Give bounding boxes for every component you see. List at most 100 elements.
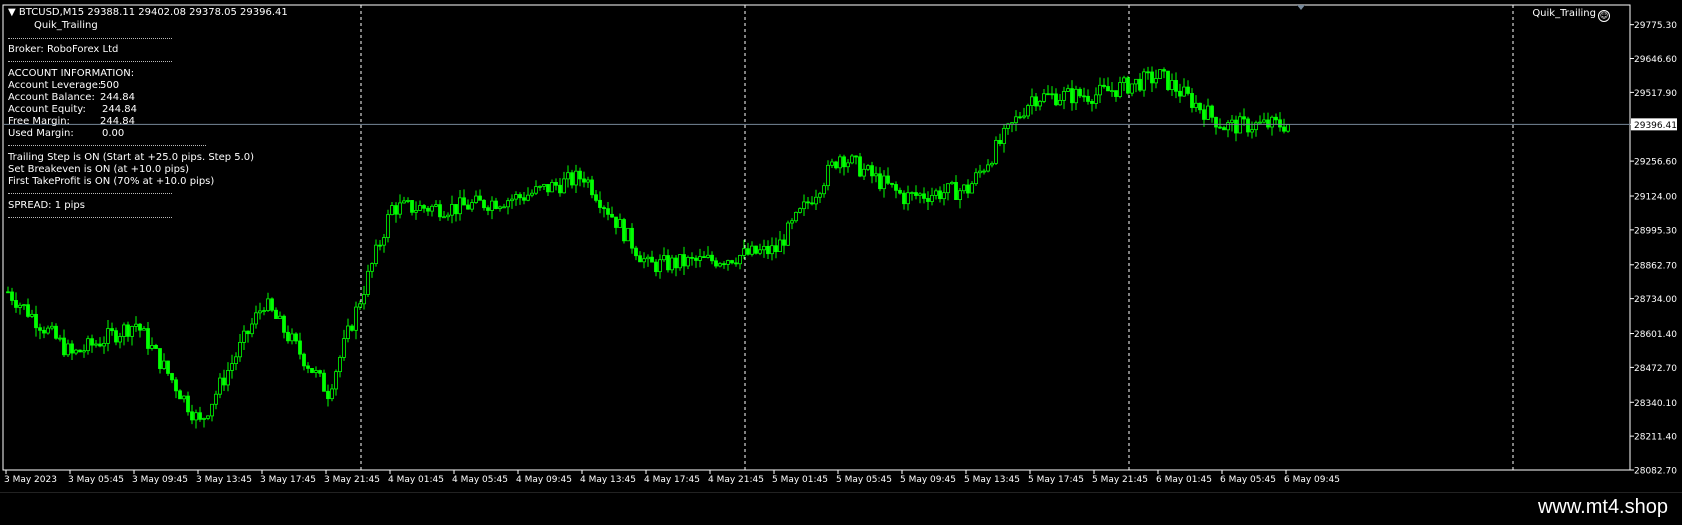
x-tick-label: 5 May 17:45 <box>1028 475 1084 485</box>
candle-body <box>958 190 962 200</box>
candle-body <box>1282 126 1286 132</box>
collapse-arrow-icon[interactable]: ▼ <box>8 7 16 18</box>
candle-body <box>794 211 798 222</box>
candle-body <box>1126 77 1130 94</box>
candle-body <box>466 204 470 210</box>
account-row: Account Balance: 244.84 <box>8 92 135 103</box>
candle-body <box>822 185 826 195</box>
y-tick-label: 28082.70 <box>1634 467 1677 477</box>
candle-body <box>10 291 14 301</box>
x-tick-label: 3 May 2023 <box>4 475 57 485</box>
candle-body <box>614 216 618 228</box>
candle-body <box>838 156 842 169</box>
candle-body <box>266 298 270 311</box>
candle-body <box>274 309 278 319</box>
y-tick-label: 28995.30 <box>1634 226 1677 236</box>
candle-body <box>698 256 702 261</box>
candle-body <box>1014 116 1018 124</box>
spread-line: SPREAD: 1 pips <box>8 200 85 211</box>
candle-body <box>362 294 366 305</box>
candle-body <box>306 365 310 369</box>
candle-body <box>846 162 850 168</box>
candle-body <box>802 201 806 210</box>
candle-body <box>878 173 882 190</box>
candle-body <box>1074 88 1078 104</box>
candle-body <box>646 256 650 260</box>
candle-body <box>130 326 134 337</box>
candle-body <box>950 182 954 185</box>
candle-body <box>46 327 50 334</box>
y-tick-label: 29256.60 <box>1634 158 1677 168</box>
candle-body <box>738 255 742 265</box>
candle-body <box>730 260 734 264</box>
candle-body <box>530 192 534 196</box>
candle-body <box>934 190 938 196</box>
candle-body <box>458 197 462 215</box>
chart-window[interactable]: 29775.30 29646.60 29517.90 29396.41 29256.60… <box>0 0 1682 492</box>
candle-body <box>1102 84 1106 87</box>
candle-body <box>34 313 38 329</box>
candle-body <box>890 182 894 185</box>
candle-body <box>346 325 350 340</box>
candle-body <box>58 337 62 340</box>
candle-body <box>1150 71 1154 84</box>
candle-body <box>1054 93 1058 106</box>
watermark: www.mt4.shop <box>1537 496 1668 518</box>
candle-body <box>54 325 58 339</box>
candle-body <box>630 227 634 249</box>
x-tick-label: 4 May 01:45 <box>388 475 444 485</box>
candle-body <box>154 345 158 349</box>
candle-body <box>922 193 926 199</box>
y-tick-label: 28472.70 <box>1634 364 1677 374</box>
candle-body <box>1274 116 1278 121</box>
candle-body <box>146 328 150 349</box>
candle-body <box>570 172 574 186</box>
candle-body <box>754 245 758 254</box>
candle-body <box>986 164 990 172</box>
candle-body <box>162 360 166 369</box>
candle-body <box>798 208 802 213</box>
x-tick-label: 5 May 05:45 <box>836 475 892 485</box>
candle-body <box>918 193 922 196</box>
candle-body <box>518 194 522 199</box>
candle-body <box>410 200 414 213</box>
candle-body <box>690 256 694 259</box>
candle-body <box>1118 82 1122 97</box>
candle-body <box>166 360 170 374</box>
candle-body <box>778 239 782 252</box>
price-chart[interactable]: 29775.30 29646.60 29517.90 29396.41 29256.60… <box>0 0 1682 492</box>
candle-body <box>966 184 970 194</box>
candle-body <box>1242 116 1246 120</box>
ea-name-right[interactable]: Quik_Trailing ☺ <box>1532 8 1610 22</box>
candle-body <box>830 161 834 166</box>
candle-body <box>342 338 346 358</box>
chart-shift-marker[interactable] <box>1297 5 1305 10</box>
candle-body <box>1278 119 1282 128</box>
candle-body <box>290 333 294 342</box>
candle-body <box>126 324 130 337</box>
candle-body <box>210 403 214 417</box>
candle-body <box>1246 118 1250 133</box>
candle-body <box>370 263 374 272</box>
candle-body <box>62 337 66 356</box>
candle-body <box>178 390 182 400</box>
candle-body <box>526 194 530 201</box>
account-row: Account Leverage:500 <box>8 80 120 91</box>
y-tick-label: 29124.00 <box>1634 193 1677 203</box>
candle-body <box>1218 126 1222 129</box>
candle-body <box>22 304 26 307</box>
candle-body <box>318 370 322 374</box>
candle-body <box>230 363 234 371</box>
candle-body <box>394 205 398 215</box>
candle-body <box>762 245 766 251</box>
candle-body <box>286 331 290 342</box>
candle-body <box>962 184 966 192</box>
x-tick-label: 3 May 05:45 <box>68 475 124 485</box>
candle-body <box>446 214 450 218</box>
candle-body <box>262 310 266 312</box>
candle-body <box>654 261 658 273</box>
candle-body <box>898 189 902 194</box>
candle-body <box>882 175 886 190</box>
candle-body <box>1138 78 1142 91</box>
candle-body <box>626 227 630 242</box>
